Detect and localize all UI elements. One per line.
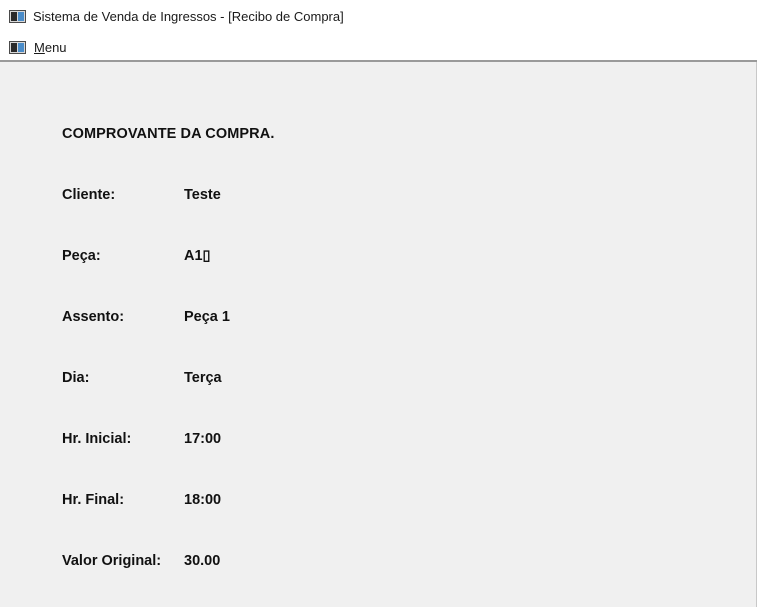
title-bar[interactable]: Sistema de Venda de Ingressos - [Recibo …	[0, 0, 757, 34]
menu-item-mnemonic: M	[34, 40, 45, 55]
receipt-form: COMPROVANTE DA COMPRA. Cliente: Teste Pe…	[0, 62, 757, 607]
menu-bar: Menu	[0, 36, 757, 60]
menu-item-menu[interactable]: Menu	[34, 40, 67, 55]
mdi-child-icon[interactable]	[9, 41, 26, 54]
valor-original-label: Valor Original:	[62, 553, 162, 569]
hora-inicial-label: Hr. Inicial:	[62, 431, 132, 447]
dia-value: Terça	[184, 370, 222, 386]
cliente-value: Teste	[184, 187, 221, 203]
peca-label: Peça:	[62, 248, 101, 264]
valor-original-value: 30.00	[184, 553, 221, 569]
cliente-label: Cliente:	[62, 187, 116, 203]
receipt-heading: COMPROVANTE DA COMPRA.	[62, 126, 275, 142]
window-title: Sistema de Venda de Ingressos - [Recibo …	[33, 9, 344, 24]
hora-final-label: Hr. Final:	[62, 492, 125, 508]
hora-inicial-value: 17:00	[184, 431, 222, 447]
app-window-icon[interactable]	[9, 10, 26, 23]
dia-label: Dia:	[62, 370, 90, 386]
menu-item-label: enu	[44, 40, 67, 55]
hora-final-value: 18:00	[184, 492, 222, 508]
peca-value: A1▯	[184, 248, 211, 264]
assento-label: Assento:	[62, 309, 125, 325]
app-window: Sistema de Venda de Ingressos - [Recibo …	[0, 0, 757, 607]
assento-value: Peça 1	[184, 309, 230, 325]
